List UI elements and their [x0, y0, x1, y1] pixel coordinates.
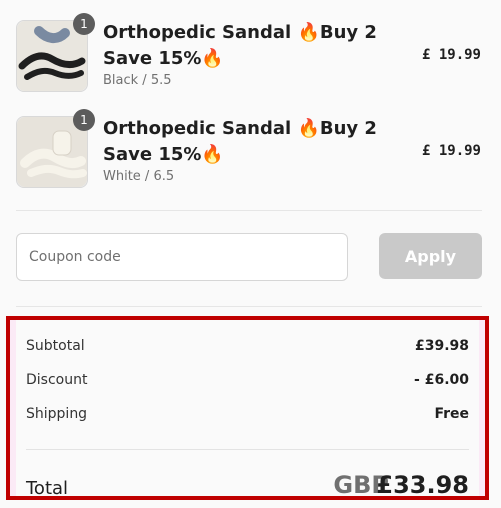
subtotal-value: £39.98 — [414, 338, 469, 354]
discount-label: Discount — [26, 372, 88, 388]
apply-coupon-button[interactable]: Apply — [379, 233, 482, 279]
quantity-badge: 1 — [73, 13, 95, 35]
product-price: £ 19.99 — [421, 143, 481, 159]
product-title: Orthopedic Sandal 🔥Buy 2 Save 15%🔥 — [103, 118, 377, 165]
product-thumbnail: 1 — [16, 109, 95, 188]
cart-item: 1 Orthopedic Sandal 🔥Buy 2 Save 15%🔥 Whi… — [0, 96, 501, 188]
totals-panel: Subtotal £39.98 Discount - £6.00 Shippin… — [16, 320, 479, 499]
order-summary-panel: 1 Orthopedic Sandal 🔥Buy 2 Save 15%🔥 Bla… — [0, 0, 501, 508]
divider — [16, 306, 482, 307]
shipping-row: Shipping Free — [26, 406, 469, 430]
product-title: Orthopedic Sandal 🔥Buy 2 Save 15%🔥 — [103, 22, 377, 69]
product-variant: White / 6.5 — [103, 169, 175, 184]
divider — [16, 210, 482, 211]
total-value: £33.98 — [376, 471, 469, 499]
product-thumbnail: 1 — [16, 13, 95, 92]
product-price: £ 19.99 — [421, 47, 481, 63]
cart-item: 1 Orthopedic Sandal 🔥Buy 2 Save 15%🔥 Bla… — [0, 0, 501, 92]
shipping-value: Free — [434, 406, 469, 422]
totals-highlight-box: Subtotal £39.98 Discount - £6.00 Shippin… — [6, 316, 489, 500]
discount-row: Discount - £6.00 — [26, 372, 469, 396]
shipping-label: Shipping — [26, 406, 88, 422]
subtotal-row: Subtotal £39.98 — [26, 338, 469, 362]
total-label: Total — [26, 478, 69, 499]
summary-divider — [26, 449, 469, 450]
coupon-code-input[interactable] — [16, 233, 348, 281]
product-variant: Black / 5.5 — [103, 73, 172, 88]
quantity-badge: 1 — [73, 109, 95, 131]
subtotal-label: Subtotal — [26, 338, 85, 354]
discount-value: - £6.00 — [414, 372, 469, 388]
